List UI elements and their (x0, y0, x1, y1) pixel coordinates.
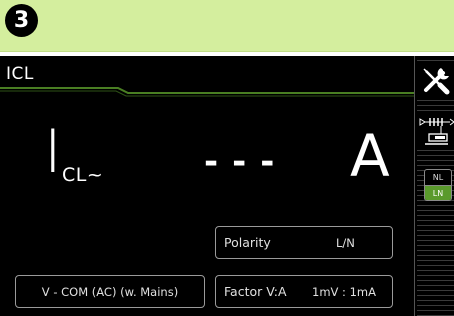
polarity-toggle[interactable]: NL LN (424, 169, 452, 201)
wrench-screwdriver-icon (423, 68, 450, 95)
terminal-label: V - COM (AC) (w. Mains) (41, 285, 179, 299)
step-banner: 3 (0, 0, 454, 52)
factor-label: Factor V:A (224, 284, 287, 299)
instrument-panel: 3 ICL I CL~ --- A Polarity L/N Factor V:… (0, 0, 454, 316)
signal-trace (0, 87, 414, 97)
measurement-value: --- (204, 142, 289, 182)
quantity-symbol: I (44, 117, 62, 187)
probe-connection-button[interactable] (417, 114, 454, 150)
settings-tools-button[interactable] (417, 62, 454, 98)
polarity-parameter-button[interactable]: Polarity L/N (215, 226, 393, 259)
probe-connection-icon (419, 118, 454, 145)
measurement-screen: ICL I CL~ --- A Polarity L/N Factor V:A … (0, 56, 454, 316)
quantity-subscript: CL~ (62, 164, 104, 186)
toggle-option-nl[interactable]: NL (425, 170, 451, 186)
polarity-label: Polarity (224, 235, 271, 250)
polarity-value: L/N (336, 236, 355, 250)
right-sidebar: NL LN (414, 56, 454, 316)
toggle-option-ln[interactable]: LN (425, 186, 451, 200)
measurement-unit: A (350, 122, 390, 190)
factor-parameter-button[interactable]: Factor V:A 1mV : 1mA (215, 275, 393, 308)
step-number-badge: 3 (5, 4, 38, 37)
terminal-selection-button[interactable]: V - COM (AC) (w. Mains) (15, 275, 205, 308)
factor-value: 1mV : 1mA (312, 285, 376, 299)
